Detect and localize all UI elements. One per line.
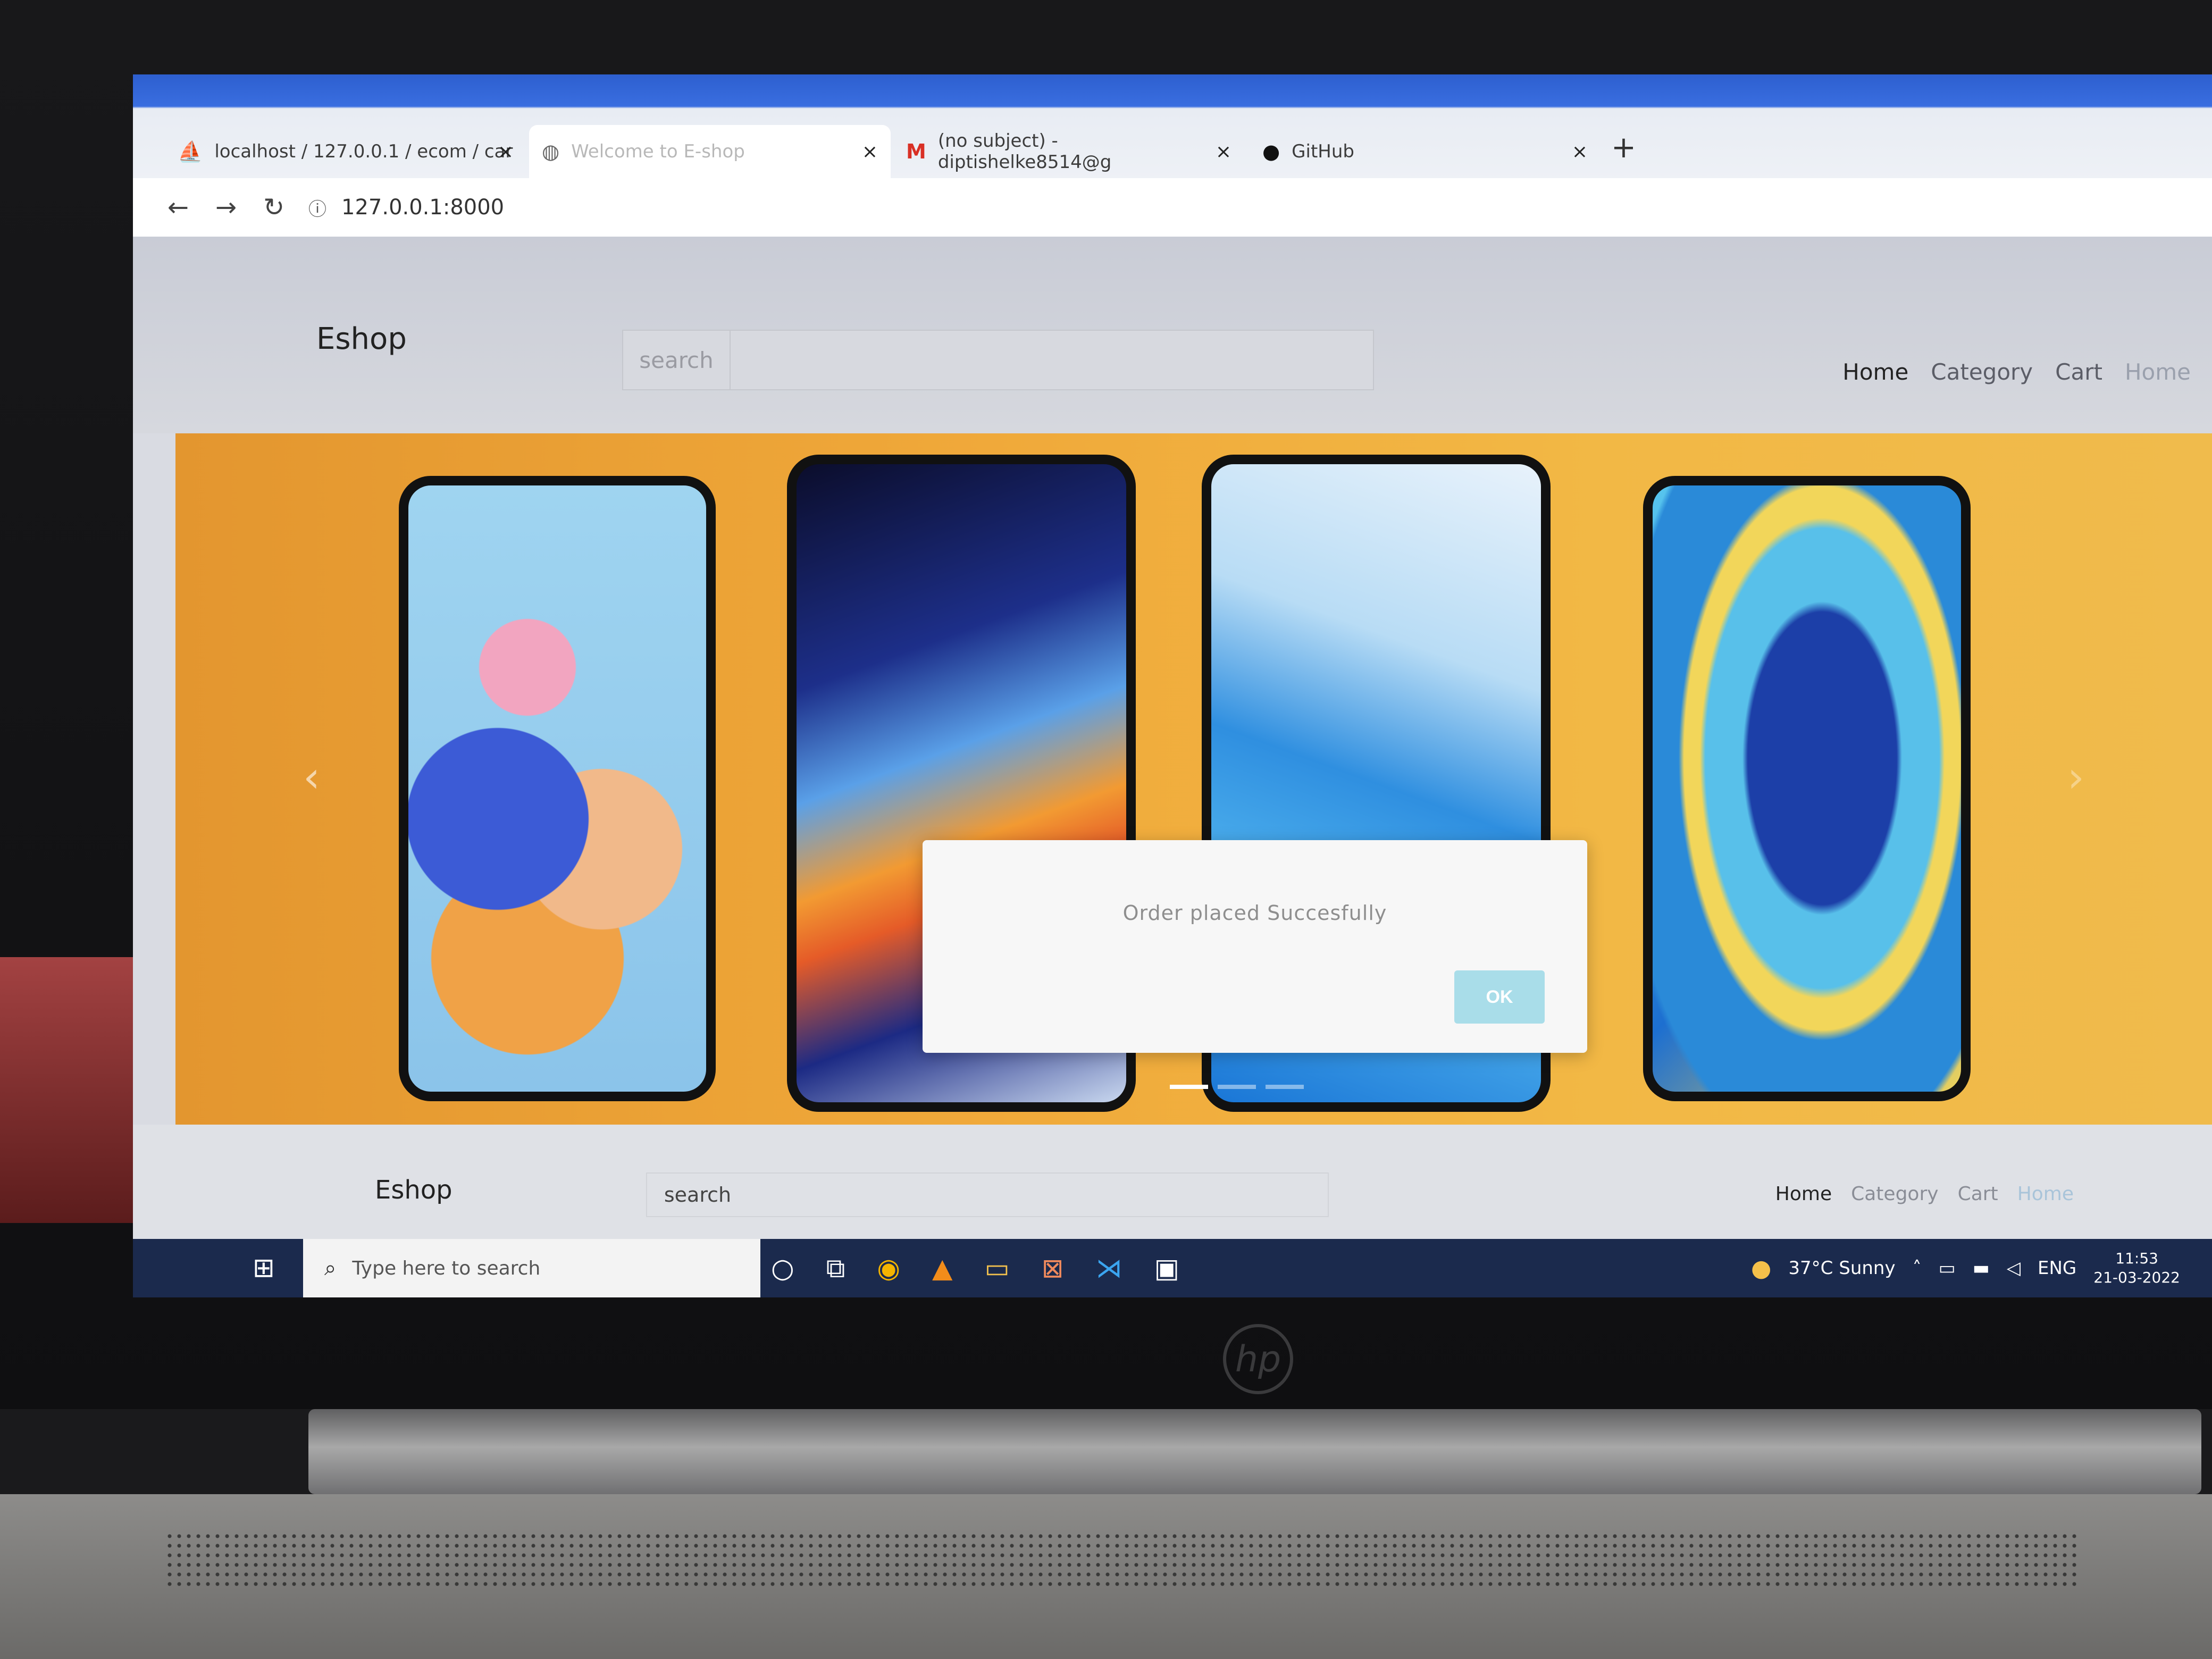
chevron-left-icon[interactable]: ‹ [303,752,320,802]
site-header: Eshop search Home Category Cart Home [133,237,2212,433]
weather-text[interactable]: 37°C Sunny [1788,1258,1895,1279]
forward-icon[interactable]: → [202,192,250,222]
chevron-up-icon[interactable]: ˄ [1913,1258,1922,1279]
volume-icon[interactable]: ◁ [2007,1258,2021,1279]
search-icon: ⌕ [324,1256,337,1280]
dialog-message: Order placed Succesfully [1122,901,1387,925]
search-label: search [664,1183,732,1206]
task-view-icon[interactable]: ⧉ [826,1253,845,1284]
close-icon[interactable]: × [862,141,878,163]
laptop-screen: ⛵ localhost / 127.0.0.1 / ecom / car × ◍… [133,74,2212,1297]
main-nav: Home Category Cart Home [1775,1183,2074,1205]
clock[interactable]: 11:53 21-03-2022 [2093,1249,2180,1288]
cortana-icon[interactable]: ○ [771,1253,794,1284]
nav-home[interactable]: Home [1775,1183,1832,1205]
github-icon: ● [1262,140,1280,163]
tab-github[interactable]: ● GitHub × [1250,125,1601,178]
network-icon[interactable]: ▭ [1939,1258,1956,1279]
taskbar-search-placeholder: Type here to search [352,1257,541,1279]
weather-icon: ● [1751,1254,1772,1282]
tab-label: localhost / 127.0.0.1 / ecom / car [214,141,513,162]
nav-category[interactable]: Category [1851,1183,1938,1205]
address-bar[interactable]: ⓘ 127.0.0.1:8000 [308,195,504,221]
clock-date: 21-03-2022 [2093,1269,2180,1286]
gmail-icon: M [906,140,926,163]
taskbar-search-input[interactable]: ⌕ Type here to search [303,1239,760,1297]
url-text: 127.0.0.1:8000 [341,195,505,220]
tab-label: GitHub [1292,141,1354,162]
phpmyadmin-icon: ⛵ [178,139,203,163]
carousel-indicator[interactable] [1218,1085,1256,1089]
nav-cart[interactable]: Cart [1958,1183,1998,1205]
order-success-dialog: Order placed Succesfully OK [923,840,1587,1053]
chevron-right-icon[interactable]: › [2067,752,2084,802]
tab-label: Welcome to E-shop [571,141,745,162]
globe-icon: ◍ [542,140,560,163]
site-brand[interactable]: Eshop [375,1175,453,1205]
laptop-hinge [308,1409,2201,1494]
site-brand[interactable]: Eshop [316,322,407,356]
carousel-indicator[interactable] [1266,1085,1304,1089]
clock-time: 11:53 [2115,1249,2158,1267]
search-input[interactable]: search [622,330,1374,390]
carousel-indicator[interactable] [1170,1085,1208,1089]
windows-taskbar: ⊞ ⌕ Type here to search ○ ⧉ ◉ ▲ ▭ ⊠ ⋊ ▣ … [133,1239,2212,1297]
back-icon[interactable]: ← [154,192,202,222]
tab-label: (no subject) - diptishelke8514@g [937,130,1112,173]
vlc-icon[interactable]: ▲ [932,1253,952,1284]
chrome-icon[interactable]: ◉ [877,1253,900,1284]
nav-home-2[interactable]: Home [2125,359,2191,385]
close-icon[interactable]: × [1572,141,1588,163]
windows-start-icon[interactable]: ⊞ [253,1252,275,1283]
nav-home[interactable]: Home [1842,359,1908,385]
nav-category[interactable]: Category [1931,359,2033,385]
language-indicator[interactable]: ENG [2038,1258,2076,1279]
search-label: search [623,331,731,389]
close-icon[interactable]: × [498,141,514,163]
system-tray: ● 37°C Sunny ˄ ▭ ▬ ◁ ENG 11:53 21-03-202… [1751,1239,2180,1297]
carousel-indicators [1170,1085,1304,1089]
browser-tab-bar: ⛵ localhost / 127.0.0.1 / ecom / car × ◍… [133,74,2212,181]
search-input[interactable]: search [646,1172,1329,1217]
xampp-icon[interactable]: ⊠ [1042,1253,1064,1284]
file-explorer-icon[interactable]: ▭ [984,1253,1009,1284]
web-page: Eshop search Home Category Cart Home ‹ › [133,237,2212,1297]
ok-button[interactable]: OK [1454,970,1545,1024]
battery-icon[interactable]: ▬ [1973,1258,1990,1279]
terminal-icon[interactable]: ▣ [1154,1253,1179,1284]
taskbar-apps: ○ ⧉ ◉ ▲ ▭ ⊠ ⋊ ▣ [771,1239,1179,1297]
info-icon: ⓘ [308,198,326,220]
tab-phpmyadmin[interactable]: ⛵ localhost / 127.0.0.1 / ecom / car × [165,125,526,178]
tab-gmail[interactable]: M (no subject) - diptishelke8514@g × [893,125,1244,178]
reload-icon[interactable]: ↻ [250,192,298,222]
close-icon[interactable]: × [1216,141,1231,163]
carousel-image-phone [1643,476,1971,1101]
hp-logo: hp [1223,1324,1293,1394]
tab-eshop[interactable]: ◍ Welcome to E-shop × [529,125,891,178]
vscode-icon[interactable]: ⋊ [1096,1253,1122,1284]
carousel-image-phone [399,476,716,1101]
nav-cart[interactable]: Cart [2055,359,2102,385]
new-tab-button[interactable]: + [1611,130,1636,165]
nav-home-2[interactable]: Home [2017,1183,2074,1205]
speaker-grill [165,1531,2079,1590]
background-cloth [0,957,138,1223]
main-nav: Home Category Cart Home [1842,359,2191,385]
browser-toolbar: ← → ↻ ⓘ 127.0.0.1:8000 [133,178,2212,237]
